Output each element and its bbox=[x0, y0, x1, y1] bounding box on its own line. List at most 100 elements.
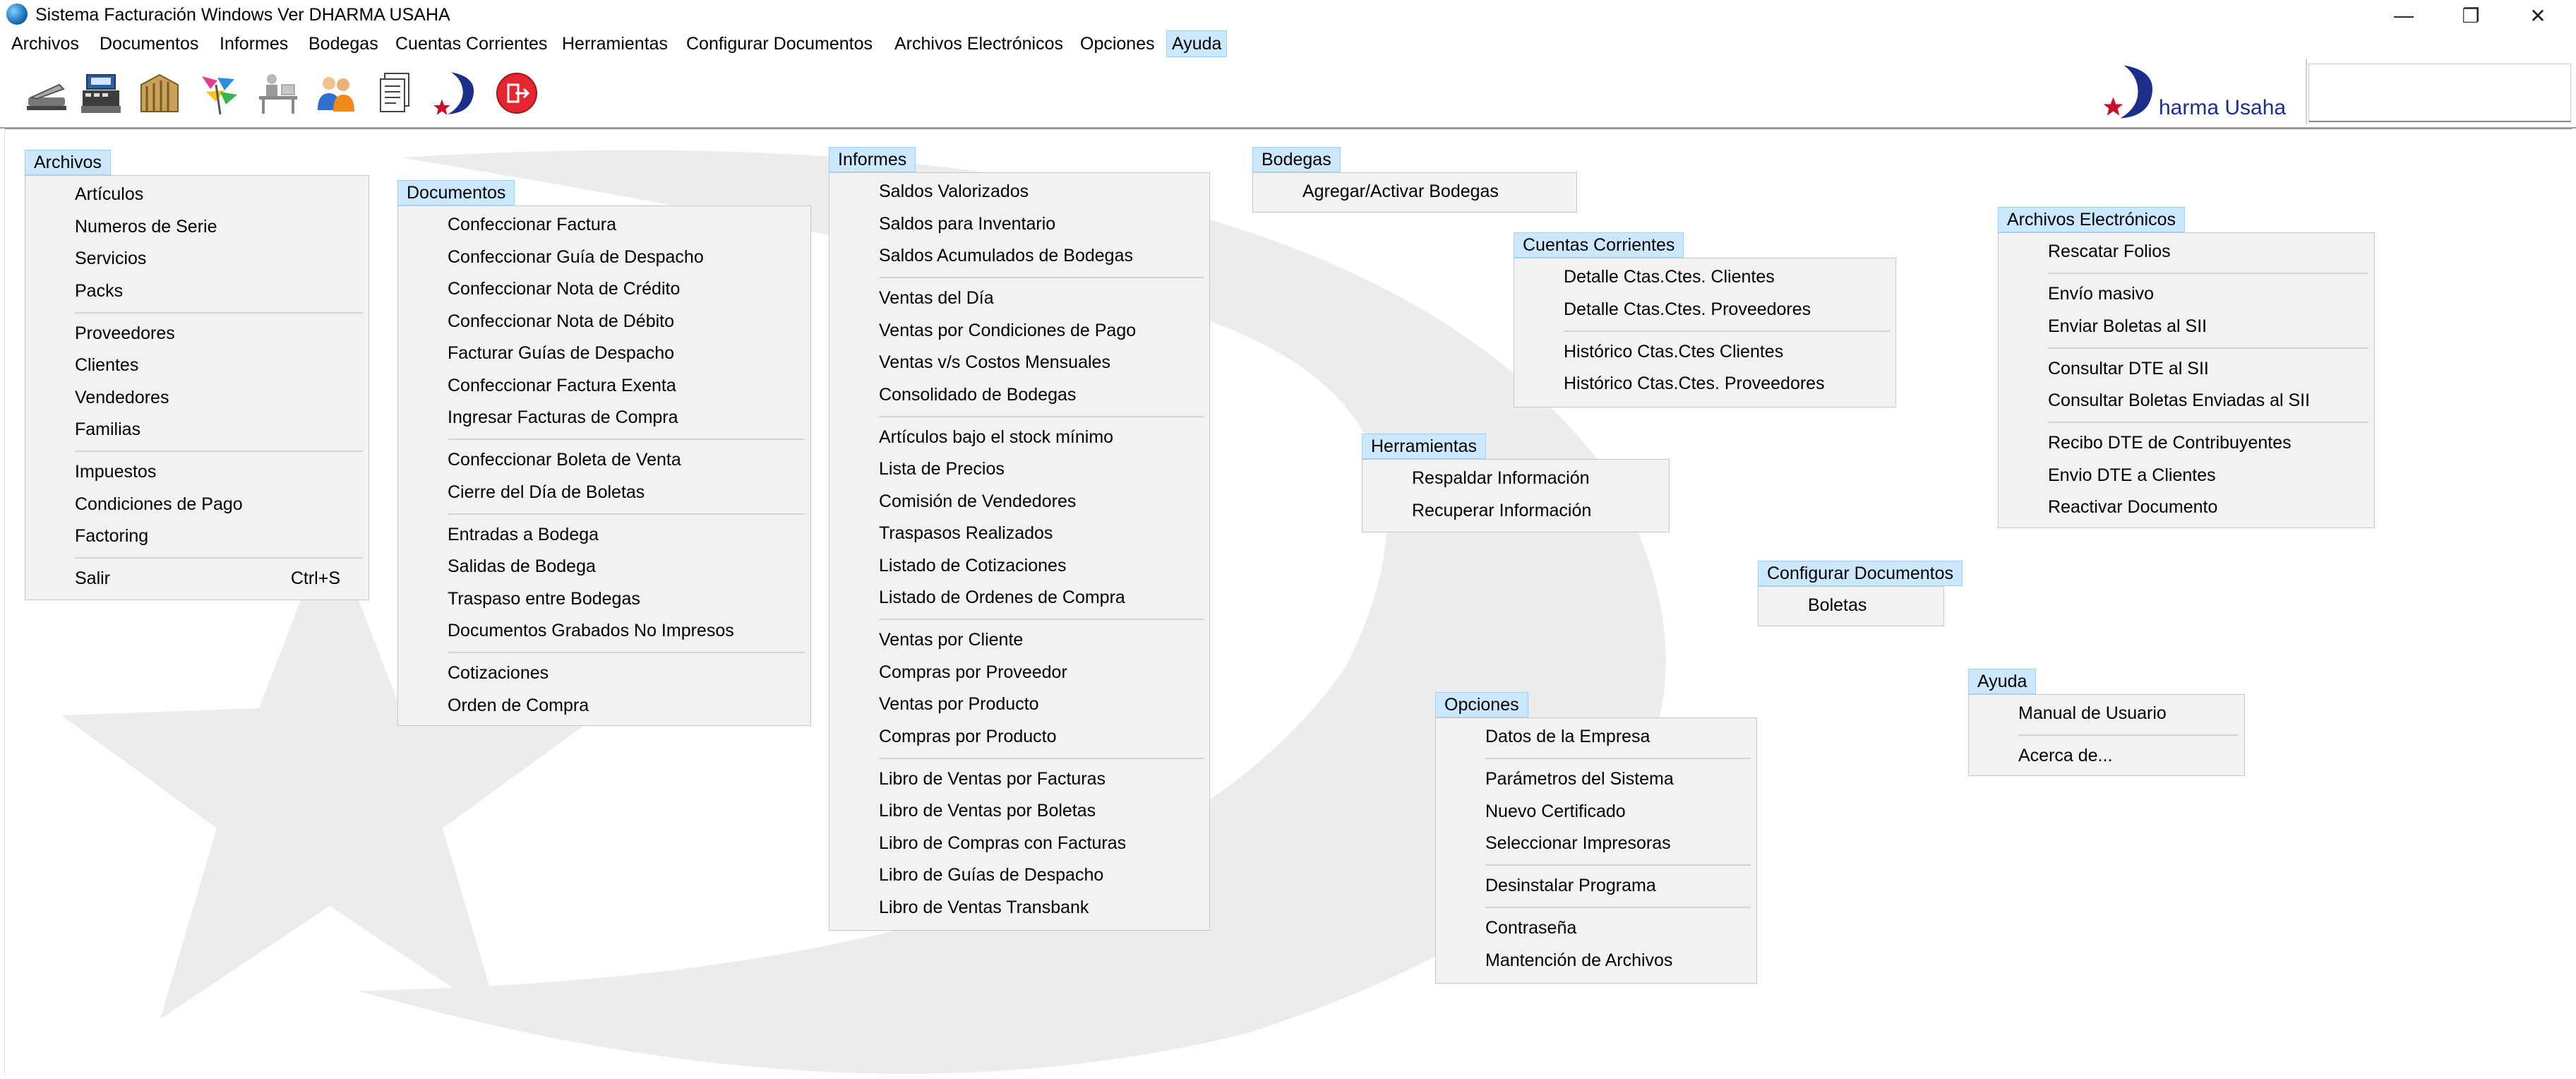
menu-item-saldos-inventario[interactable]: Saldos para Inventario bbox=[829, 210, 1209, 238]
menu-item-saldos-valorizados[interactable]: Saldos Valorizados bbox=[829, 177, 1209, 205]
cash-register-button[interactable] bbox=[76, 68, 126, 119]
documents-button[interactable] bbox=[369, 68, 420, 119]
menu-item-desinstalar[interactable]: Desinstalar Programa bbox=[1436, 871, 1756, 900]
menu-item-confeccionar-guia[interactable]: Confeccionar Guía de Despacho bbox=[398, 243, 810, 271]
menu-item-ventas-condiciones[interactable]: Ventas por Condiciones de Pago bbox=[829, 316, 1209, 345]
menu-item-recuperar[interactable]: Recuperar Información bbox=[1362, 496, 1669, 525]
documentos-menu-title[interactable]: Documentos bbox=[397, 180, 515, 205]
menu-item-recibo-dte[interactable]: Recibo DTE de Contribuyentes bbox=[1999, 429, 2374, 457]
menu-item-traspaso-bodegas[interactable]: Traspaso entre Bodegas bbox=[398, 585, 810, 613]
menu-cuentas-corrientes[interactable]: Cuentas Corrientes bbox=[390, 31, 552, 56]
opciones-menu-title[interactable]: Opciones bbox=[1435, 692, 1528, 717]
restore-button[interactable]: ❐ bbox=[2439, 0, 2503, 31]
menu-item-nuevo-certificado[interactable]: Nuevo Certificado bbox=[1436, 797, 1756, 825]
menu-item-contrasena[interactable]: Contraseña bbox=[1436, 914, 1756, 942]
menu-item-lista-precios[interactable]: Lista de Precios bbox=[829, 455, 1209, 483]
menu-documentos[interactable]: Documentos bbox=[95, 31, 203, 56]
archivos-menu-title[interactable]: Archivos bbox=[25, 150, 111, 175]
menu-bodegas[interactable]: Bodegas bbox=[304, 31, 383, 56]
exit-button[interactable] bbox=[491, 68, 542, 119]
menu-item-mantencion-archivos[interactable]: Mantención de Archivos bbox=[1436, 946, 1756, 974]
menu-item-clientes[interactable]: Clientes bbox=[25, 351, 369, 379]
menu-item-familias[interactable]: Familias bbox=[25, 415, 369, 443]
menu-item-compras-producto[interactable]: Compras por Producto bbox=[829, 722, 1209, 751]
menu-item-boleta-venta[interactable]: Confeccionar Boleta de Venta bbox=[398, 446, 810, 474]
menu-item-factoring[interactable]: Factoring bbox=[25, 522, 369, 550]
menu-item-acerca-de[interactable]: Acerca de... bbox=[1969, 741, 2244, 770]
menu-item-documentos-no-impresos[interactable]: Documentos Grabados No Impresos bbox=[398, 616, 810, 645]
menu-item-manual-usuario[interactable]: Manual de Usuario bbox=[1969, 699, 2244, 727]
menu-item-proveedores[interactable]: Proveedores bbox=[25, 319, 369, 347]
menu-item-enviar-boletas[interactable]: Enviar Boletas al SII bbox=[1999, 312, 2374, 340]
menu-informes[interactable]: Informes bbox=[215, 31, 293, 56]
menu-item-libro-compras[interactable]: Libro de Compras con Facturas bbox=[829, 829, 1209, 857]
flags-button[interactable] bbox=[193, 68, 244, 119]
menu-item-numeros-de-serie[interactable]: Numeros de Serie bbox=[25, 213, 369, 241]
menu-archivos-electronicos[interactable]: Archivos Electrónicos bbox=[889, 31, 1068, 56]
menu-item-stock-minimo[interactable]: Artículos bajo el stock mínimo bbox=[829, 423, 1209, 451]
menu-item-saldos-acumulados[interactable]: Saldos Acumulados de Bodegas bbox=[829, 242, 1209, 270]
herramientas-menu-title[interactable]: Herramientas bbox=[1362, 434, 1487, 459]
menu-item-servicios[interactable]: Servicios bbox=[25, 244, 369, 273]
dharma-logo-button[interactable] bbox=[429, 68, 479, 119]
menu-item-entradas-bodega[interactable]: Entradas a Bodega bbox=[398, 520, 810, 549]
menu-item-detalle-clientes[interactable]: Detalle Ctas.Ctes. Clientes bbox=[1514, 263, 1895, 291]
menu-item-salir[interactable]: Salir Ctrl+S bbox=[25, 564, 369, 592]
menu-item-impuestos[interactable]: Impuestos bbox=[25, 458, 369, 486]
menu-item-cotizaciones[interactable]: Cotizaciones bbox=[398, 659, 810, 687]
menu-item-envio-dte[interactable]: Envio DTE a Clientes bbox=[1999, 461, 2374, 489]
menu-item-packs[interactable]: Packs bbox=[25, 277, 369, 305]
ayuda-menu-title[interactable]: Ayuda bbox=[1968, 669, 2037, 694]
menu-ayuda[interactable]: Ayuda bbox=[1166, 30, 1228, 57]
menu-item-seleccionar-impresoras[interactable]: Seleccionar Impresoras bbox=[1436, 829, 1756, 857]
informes-menu-title[interactable]: Informes bbox=[829, 147, 916, 172]
menu-item-ventas-dia[interactable]: Ventas del Día bbox=[829, 284, 1209, 312]
menu-item-historico-clientes[interactable]: Histórico Ctas.Ctes Clientes bbox=[1514, 338, 1895, 366]
menu-item-datos-empresa[interactable]: Datos de la Empresa bbox=[1436, 722, 1756, 751]
configurar-menu-title[interactable]: Configurar Documentos bbox=[1758, 561, 1963, 586]
menu-item-salidas-bodega[interactable]: Salidas de Bodega bbox=[398, 552, 810, 580]
menu-item-ventas-costos[interactable]: Ventas v/s Costos Mensuales bbox=[829, 348, 1209, 376]
menu-item-boletas[interactable]: Boletas bbox=[1759, 591, 1943, 619]
menu-item-listado-ordenes[interactable]: Listado de Ordenes de Compra bbox=[829, 583, 1209, 612]
menu-item-factura-exenta[interactable]: Confeccionar Factura Exenta bbox=[398, 371, 810, 400]
menu-item-ventas-producto[interactable]: Ventas por Producto bbox=[829, 690, 1209, 718]
menu-item-libro-ventas-facturas[interactable]: Libro de Ventas por Facturas bbox=[829, 765, 1209, 793]
menu-item-libro-transbank[interactable]: Libro de Ventas Transbank bbox=[829, 893, 1209, 922]
minimize-button[interactable]: — bbox=[2372, 0, 2436, 31]
menu-herramientas[interactable]: Herramientas bbox=[557, 31, 673, 56]
stapler-button[interactable] bbox=[21, 68, 72, 119]
menu-item-consolidado-bodegas[interactable]: Consolidado de Bodegas bbox=[829, 381, 1209, 409]
menu-item-historico-proveedores[interactable]: Histórico Ctas.Ctes. Proveedores bbox=[1514, 369, 1895, 398]
menu-item-libro-ventas-boletas[interactable]: Libro de Ventas por Boletas bbox=[829, 797, 1209, 825]
users-button[interactable] bbox=[311, 68, 361, 119]
menu-item-condiciones-de-pago[interactable]: Condiciones de Pago bbox=[25, 490, 369, 518]
menu-item-comision-vendedores[interactable]: Comisión de Vendedores bbox=[829, 487, 1209, 515]
menu-item-confeccionar-factura[interactable]: Confeccionar Factura bbox=[398, 210, 810, 239]
electronicos-menu-title[interactable]: Archivos Electrónicos bbox=[1998, 207, 2185, 232]
menu-item-parametros[interactable]: Parámetros del Sistema bbox=[1436, 765, 1756, 793]
menu-item-nota-debito[interactable]: Confeccionar Nota de Débito bbox=[398, 307, 810, 335]
menu-item-vendedores[interactable]: Vendedores bbox=[25, 383, 369, 412]
menu-opciones[interactable]: Opciones bbox=[1075, 31, 1160, 56]
menu-item-respaldar[interactable]: Respaldar Información bbox=[1362, 464, 1669, 492]
menu-item-agregar-bodegas[interactable]: Agregar/Activar Bodegas bbox=[1253, 177, 1576, 205]
menu-item-consultar-dte[interactable]: Consultar DTE al SII bbox=[1999, 354, 2374, 383]
warehouse-button[interactable] bbox=[134, 68, 185, 119]
menu-item-orden-compra[interactable]: Orden de Compra bbox=[398, 691, 810, 720]
menu-item-detalle-proveedores[interactable]: Detalle Ctas.Ctes. Proveedores bbox=[1514, 295, 1895, 323]
desk-worker-button[interactable] bbox=[252, 68, 303, 119]
menu-item-libro-guias[interactable]: Libro de Guías de Despacho bbox=[829, 861, 1209, 889]
bodegas-menu-title[interactable]: Bodegas bbox=[1252, 147, 1341, 172]
menu-item-articulos[interactable]: Artículos bbox=[25, 180, 369, 208]
menu-item-envio-masivo[interactable]: Envío masivo bbox=[1999, 280, 2374, 308]
menu-item-cierre-boletas[interactable]: Cierre del Día de Boletas bbox=[398, 478, 810, 506]
menu-item-reactivar-documento[interactable]: Reactivar Documento bbox=[1999, 493, 2374, 521]
menu-item-traspasos-realizados[interactable]: Traspasos Realizados bbox=[829, 519, 1209, 547]
menu-item-ventas-cliente[interactable]: Ventas por Cliente bbox=[829, 626, 1209, 654]
menu-archivos[interactable]: Archivos bbox=[6, 31, 84, 56]
menu-configurar-documentos[interactable]: Configurar Documentos bbox=[681, 31, 877, 56]
close-button[interactable]: ✕ bbox=[2506, 0, 2570, 31]
menu-item-rescatar-folios[interactable]: Rescatar Folios bbox=[1999, 237, 2374, 266]
menu-item-consultar-boletas[interactable]: Consultar Boletas Enviadas al SII bbox=[1999, 386, 2374, 415]
